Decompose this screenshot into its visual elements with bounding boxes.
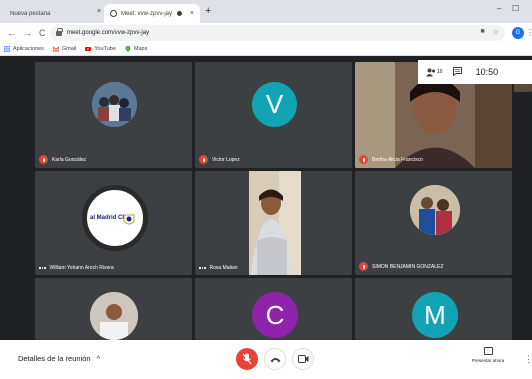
address-bar[interactable]: meet.google.com/vvw-zpvv-jay ■ ☆	[50, 25, 505, 41]
browser-menu-icon[interactable]: ⋮	[526, 28, 532, 37]
youtube-icon	[85, 47, 92, 51]
participant-name: Karla González	[52, 156, 87, 163]
participant-label: Bertha Alicia Francisco	[359, 155, 423, 164]
avatar-initial: C	[265, 299, 285, 330]
participant-photo	[92, 82, 137, 127]
participant-name: William Yohann Aroch Rivera	[49, 265, 114, 271]
present-now-label: Presentar ahora	[471, 358, 505, 363]
chevron-up-icon: ^	[96, 354, 101, 363]
lock-icon	[56, 27, 63, 36]
maps-icon	[125, 46, 131, 52]
people-count: 10	[437, 69, 443, 75]
meeting-details-label: Detalles de la reunión	[18, 354, 91, 363]
camera-toggle-button[interactable]	[292, 348, 314, 370]
participant-logo-avatar: al Madrid CF	[82, 185, 148, 251]
crest-icon	[123, 214, 135, 225]
meeting-controls-bar: Detalles de la reunión ^ ↑ Presentar aho…	[0, 340, 532, 379]
mic-muted-icon	[199, 155, 208, 164]
participant-initial-avatar: M	[412, 292, 458, 338]
hang-up-icon	[270, 357, 280, 362]
people-icon	[426, 68, 435, 76]
leave-call-button[interactable]	[264, 348, 286, 370]
chat-button[interactable]	[452, 66, 462, 78]
present-now-button[interactable]: ↑ Presentar ahora	[470, 347, 506, 363]
participant-video	[249, 171, 301, 275]
bookmark-label: Aplicaciones	[13, 46, 44, 52]
logo-text: al Madrid CF	[89, 215, 126, 221]
participant-initial-avatar: C	[252, 292, 298, 338]
meet-favicon-icon	[110, 10, 117, 17]
people-button[interactable]: 10	[426, 68, 443, 77]
tab-meet[interactable]: Meet: vvw-zpvv-jay ×	[104, 4, 200, 23]
apps-grid-icon	[4, 46, 10, 52]
browser-toolbar: ← → C meet.google.com/vvw-zpvv-jay ■ ☆ G…	[0, 23, 532, 43]
avatar-initial: M	[424, 299, 446, 330]
maximize-button[interactable]: ☐	[512, 4, 519, 13]
meeting-grid: Karla González V Victor Lopez Bertha Ali…	[0, 56, 532, 340]
participant-tile[interactable]: V Victor Lopez	[195, 62, 352, 168]
participant-tile[interactable]: C	[195, 278, 352, 340]
participant-tile[interactable]: Rosa Matian	[195, 171, 352, 275]
meeting-top-bar: 10 10:50	[418, 60, 532, 84]
participant-name: Bertha Alicia Francisco	[372, 156, 423, 163]
forward-button[interactable]: →	[23, 28, 32, 38]
group-photo-icon	[92, 82, 137, 127]
participant-label: SIMON BENJAMIN GONZALEZ	[359, 262, 443, 271]
participant-tile[interactable]: Karla González	[35, 62, 192, 168]
audio-level-icon	[199, 267, 206, 269]
participant-initial-avatar: V	[252, 82, 297, 127]
tab-strip: Nueva pestaña Meet: vvw-zpvv-jay × × + –…	[0, 0, 532, 23]
meeting-clock: 10:50	[475, 67, 499, 77]
profile-avatar[interactable]: G	[512, 27, 524, 39]
participant-photo	[90, 292, 138, 340]
participant-label: Rosa Matian	[199, 265, 238, 271]
participant-photo	[410, 185, 460, 235]
meeting-details-button[interactable]: Detalles de la reunión ^	[18, 354, 100, 363]
bookmark-label: YouTube	[94, 46, 116, 52]
microphone-toggle-button[interactable]	[236, 348, 258, 370]
mic-off-icon	[242, 353, 252, 365]
audio-level-icon	[39, 267, 46, 269]
participant-tile[interactable]	[35, 278, 192, 340]
participant-name: SIMON BENJAMIN GONZALEZ	[372, 263, 444, 270]
participant-tile[interactable]: SIMON BENJAMIN GONZALEZ	[355, 171, 512, 275]
recording-indicator-icon	[177, 11, 182, 16]
participant-tile[interactable]: M	[355, 278, 512, 340]
couple-photo-icon	[410, 185, 460, 235]
participant-tile[interactable]: al Madrid CF William Yohann Aroch Rivera	[35, 171, 192, 275]
browser-window: Nueva pestaña Meet: vvw-zpvv-jay × × + –…	[0, 0, 532, 379]
new-tab-button[interactable]: +	[205, 5, 211, 17]
bookmark-label: Gmail	[61, 46, 77, 52]
camera-permission-icon[interactable]: ■	[480, 28, 484, 36]
participant-label: William Yohann Aroch Rivera	[39, 265, 114, 271]
participant-name: Victor Lopez	[212, 156, 240, 163]
more-options-icon[interactable]: ⋮	[524, 354, 532, 365]
url-text: meet.google.com/vvw-zpvv-jay	[67, 30, 150, 36]
mic-muted-icon	[359, 155, 368, 164]
participant-label: Victor Lopez	[199, 155, 240, 164]
bookmark-star-icon[interactable]: ☆	[493, 28, 499, 36]
participant-name: Rosa Matian	[209, 265, 238, 271]
video-camera-icon	[297, 355, 308, 363]
mic-muted-icon	[359, 262, 368, 271]
person-photo-icon	[90, 292, 138, 340]
close-tab-icon[interactable]: ×	[97, 8, 101, 15]
back-button[interactable]: ←	[7, 28, 16, 38]
gmail-icon	[52, 46, 59, 52]
bookmark-apps[interactable]: Aplicaciones	[4, 46, 44, 52]
bookmark-maps[interactable]: Maps	[125, 46, 147, 52]
bookmark-label: Maps	[133, 46, 148, 52]
bookmarks-bar: Aplicaciones Gmail YouTube Maps	[0, 43, 532, 56]
bookmark-youtube[interactable]: YouTube	[85, 46, 116, 52]
avatar-initial: V	[265, 89, 284, 119]
present-screen-icon: ↑	[483, 347, 493, 355]
minimize-button[interactable]: –	[497, 4, 501, 13]
mic-muted-icon	[39, 155, 48, 164]
reload-button[interactable]: C	[39, 28, 46, 38]
close-tab-icon[interactable]: ×	[190, 10, 194, 17]
participant-label: Karla González	[39, 155, 86, 164]
bookmark-gmail[interactable]: Gmail	[52, 46, 77, 52]
chat-icon	[452, 66, 462, 77]
